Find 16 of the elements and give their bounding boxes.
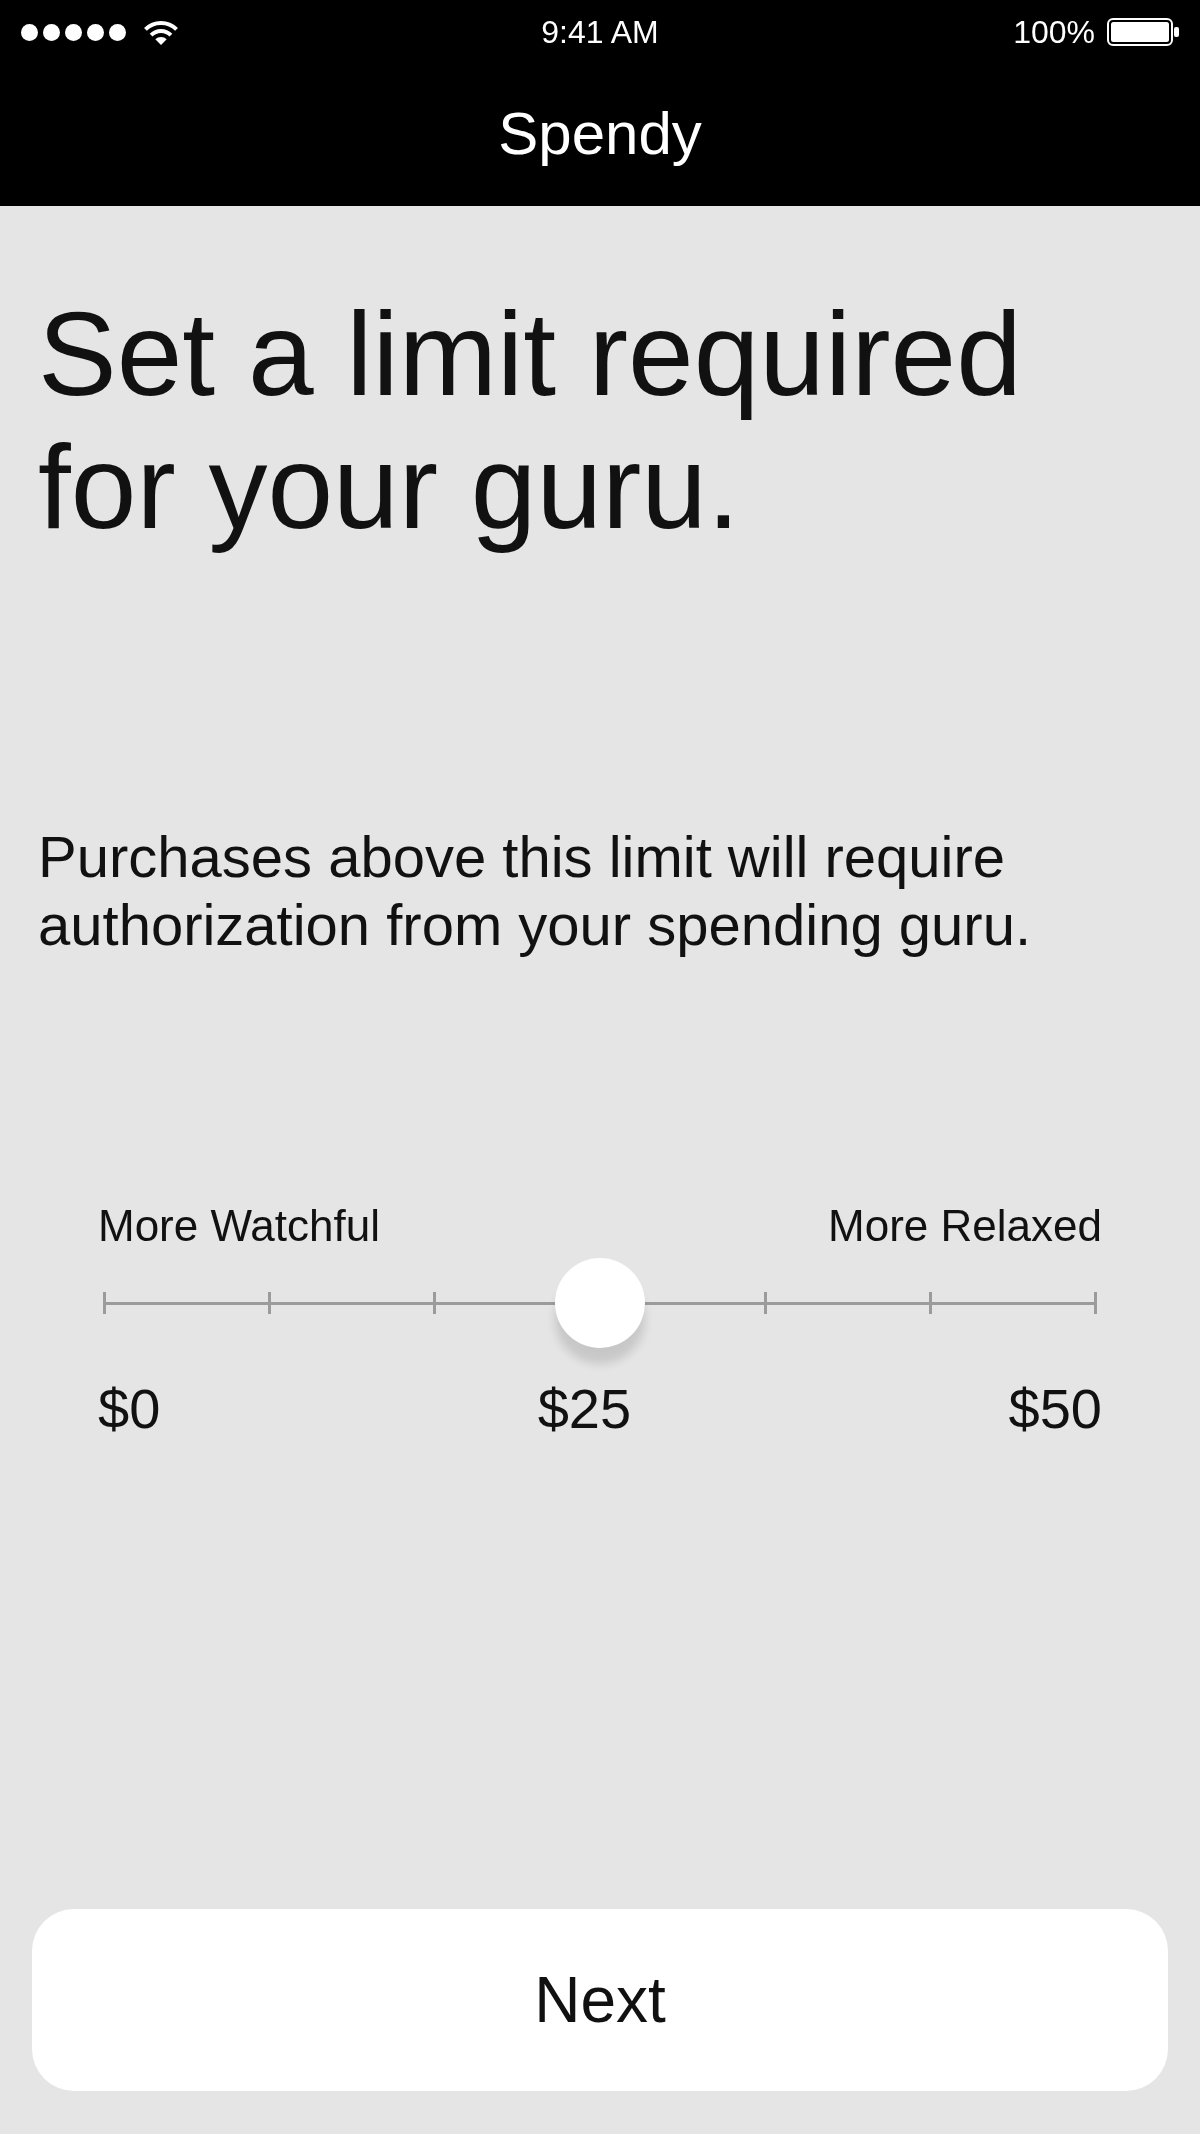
- slider-track[interactable]: [103, 1258, 1097, 1348]
- slider-min-label: More Watchful: [98, 1201, 380, 1251]
- next-button[interactable]: Next: [32, 1909, 1168, 2091]
- scale-value-label: $25: [537, 1377, 632, 1441]
- screen-title: Spendy: [498, 99, 702, 169]
- slider-max-label: More Relaxed: [828, 1201, 1102, 1251]
- signal-strength-icon: [21, 23, 126, 41]
- description-text: Purchases above this limit will require authorization from your spending guru.: [38, 823, 1033, 959]
- battery-icon: [1107, 18, 1179, 46]
- page-heading: Set a limit required for your guru.: [38, 288, 1023, 554]
- status-time: 9:41 AM: [541, 16, 659, 48]
- scale-value-label: $50: [1008, 1377, 1102, 1441]
- battery-percentage: 100%: [1013, 16, 1095, 48]
- wifi-icon: [143, 18, 179, 46]
- slider-thumb[interactable]: [555, 1258, 645, 1348]
- scale-value-label: $0: [98, 1377, 161, 1441]
